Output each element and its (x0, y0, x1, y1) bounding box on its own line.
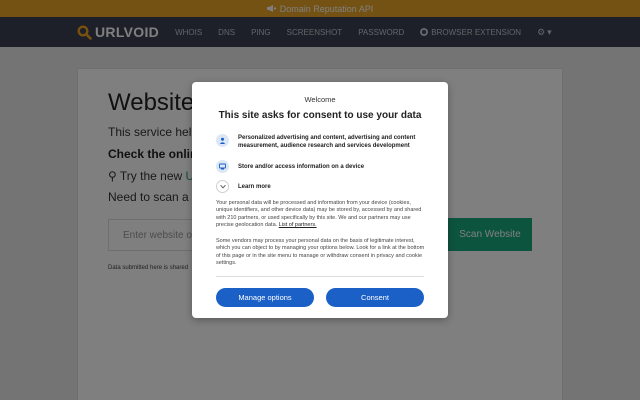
purpose-storage: Store and/or access information on a dev… (216, 160, 422, 173)
dialog-welcome: Welcome (304, 95, 336, 104)
body-text-1: Your personal data will be processed and… (216, 200, 422, 228)
dialog-body-text-2: Some vendors may process your personal d… (216, 238, 425, 266)
learn-more-toggle[interactable]: Learn more (216, 180, 422, 193)
dialog-title: This site asks for consent to use your d… (218, 110, 422, 121)
person-icon (216, 134, 229, 147)
consent-button[interactable]: Consent (326, 288, 424, 307)
purpose-storage-text: Store and/or access information on a dev… (238, 164, 365, 170)
list-of-partners-link[interactable]: List of partners. (279, 222, 317, 228)
purpose-advertising-text: Personalized advertising and content, ad… (238, 135, 416, 149)
manage-options-button[interactable]: Manage options (216, 288, 314, 307)
consent-dialog: Welcome This site asks for consent to us… (192, 82, 448, 318)
purpose-advertising: Personalized advertising and content, ad… (216, 134, 422, 150)
learn-more-label: Learn more (238, 183, 271, 190)
chevron-down-icon (216, 180, 229, 193)
dialog-body-text: Your personal data will be processed and… (216, 200, 426, 229)
device-icon (216, 160, 229, 173)
dialog-divider (216, 276, 424, 277)
